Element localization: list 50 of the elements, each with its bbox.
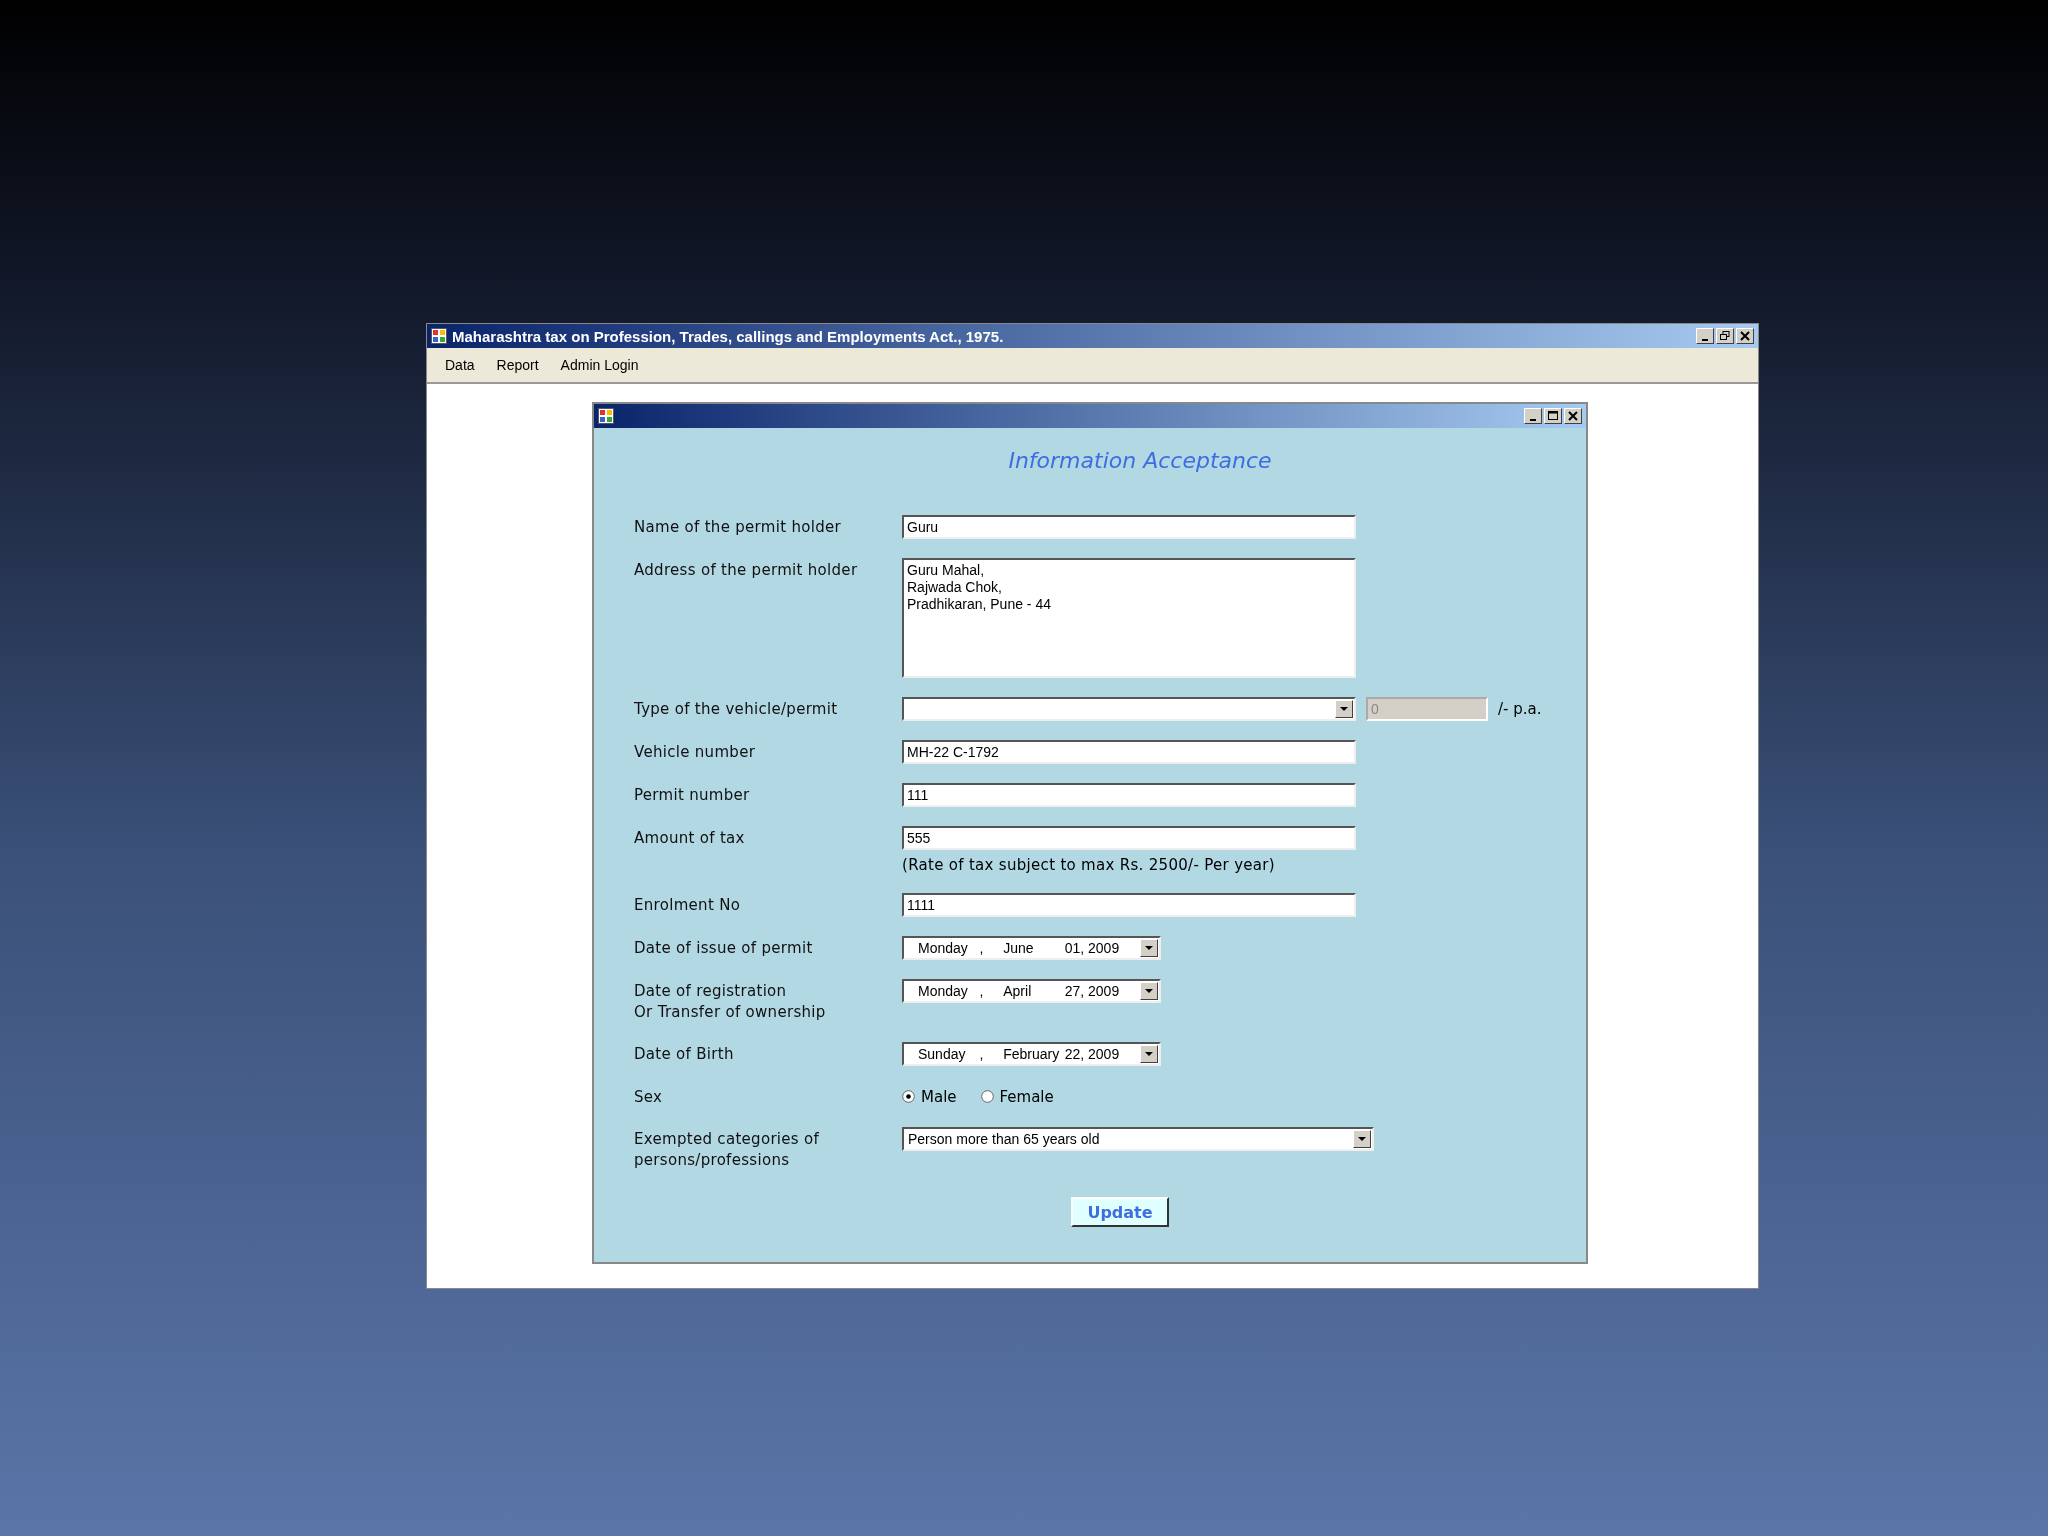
menu-item[interactable]: Data [437, 355, 483, 375]
field-label: Exempted categories of persons/professions [634, 1129, 821, 1171]
field-label: Enrolment No [634, 895, 742, 916]
form-heading: Information Acceptance [1007, 448, 1273, 473]
field-label: Type of the vehicle/permit [634, 699, 839, 720]
vehicle-type-dropdown[interactable] [902, 697, 1356, 721]
minimize-button[interactable] [1524, 408, 1542, 424]
close-icon [1740, 331, 1750, 341]
field-label: Permit number [634, 785, 751, 806]
window-title: Maharashtra tax on Profession, Trades, callings and Employments Act., 1975. [452, 327, 1005, 345]
radio-button[interactable] [980, 1090, 994, 1103]
menu-item[interactable]: Admin Login [552, 355, 647, 375]
text-field[interactable]: 555 [902, 826, 1356, 850]
field-label: Name of the permit holder [634, 517, 842, 538]
app-icon [598, 408, 614, 424]
field-label: Amount of tax [634, 828, 746, 849]
maximize-button[interactable] [1544, 408, 1562, 424]
minimize-button[interactable] [1696, 328, 1714, 344]
field-label: Vehicle number [634, 742, 757, 763]
field-label: Date of issue of permit [634, 938, 814, 959]
radio-label: Male [921, 1087, 957, 1106]
text-field[interactable]: Guru [902, 515, 1356, 539]
text-field[interactable]: 1111 [902, 893, 1356, 917]
field-label: Date of Birth [634, 1044, 735, 1065]
text-field[interactable]: 111 [902, 783, 1356, 807]
close-button[interactable] [1736, 328, 1754, 344]
per-annum-label: /- p.a. [1498, 700, 1542, 718]
exemption-dropdown[interactable]: Person more than 65 years old [902, 1127, 1374, 1151]
minimize-icon [1530, 418, 1536, 421]
update-button[interactable]: Update [1071, 1197, 1169, 1227]
menu-item[interactable]: Report [488, 355, 547, 375]
close-icon [1568, 411, 1578, 421]
date-picker[interactable]: Monday , June 01, 2009 [902, 936, 1161, 960]
field-label: Sex [634, 1087, 664, 1108]
field-label: Address of the permit holder [634, 560, 859, 581]
radio-label: Female [999, 1087, 1054, 1106]
date-picker[interactable]: Monday , April 27, 2009 [902, 979, 1161, 1003]
minimize-icon [1702, 338, 1708, 341]
rate-note: (Rate of tax subject to max Rs. 2500/- Per year) [902, 856, 1275, 874]
address-field[interactable]: Guru Mahal, Rajwada Chok, Pradhikaran, Pune - 44 [902, 558, 1356, 678]
restore-button[interactable] [1716, 328, 1734, 344]
date-picker[interactable]: Sunday , February 22, 2009 [902, 1042, 1161, 1066]
close-button[interactable] [1564, 408, 1582, 424]
text-field[interactable]: MH-22 C-1792 [902, 740, 1356, 764]
app-icon [431, 328, 447, 344]
radio-button[interactable] [902, 1090, 915, 1103]
field-label: Date of registration Or Transfer of ownership [634, 981, 827, 1023]
restore-icon [1720, 331, 1730, 341]
rate-field: 0 [1366, 697, 1488, 721]
maximize-icon [1548, 411, 1558, 421]
